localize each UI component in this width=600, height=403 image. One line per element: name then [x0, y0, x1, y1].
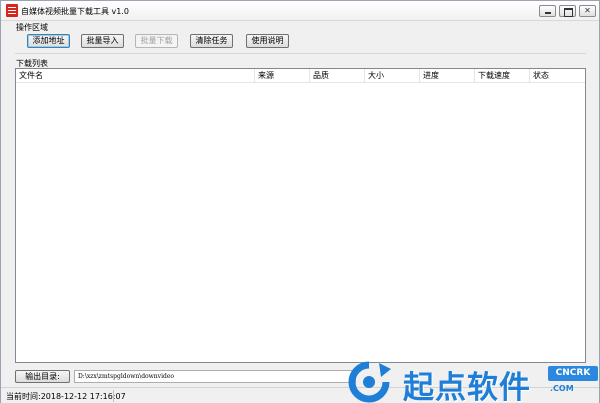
status-separator — [113, 390, 114, 402]
add-url-button[interactable]: 添加地址 — [27, 34, 70, 48]
column-header-speed[interactable]: 下载速度 — [475, 69, 530, 83]
output-directory-button[interactable]: 输出目录: — [15, 370, 70, 383]
clear-tasks-button[interactable]: 清除任务 — [190, 34, 233, 48]
help-button[interactable]: 使用说明 — [246, 34, 289, 48]
batch-import-button[interactable]: 批量导入 — [81, 34, 124, 48]
column-header-size[interactable]: 大小 — [365, 69, 420, 83]
app-window: 自媒体视频批量下载工具 v1.0 ✕ 操作区域 添加地址 批量导入 批量下载 清… — [0, 0, 600, 403]
column-header-status[interactable]: 状态 — [530, 69, 585, 83]
close-button[interactable]: ✕ — [579, 5, 596, 17]
current-time-label: 当前时间:2018-12-12 17:16:07 — [6, 392, 126, 401]
watermark-text: 起点软件 — [403, 370, 531, 403]
operations-group-label: 操作区域 — [16, 23, 48, 32]
maximize-button[interactable] — [559, 5, 576, 17]
batch-download-button[interactable]: 批量下载 — [135, 34, 178, 48]
title-bar[interactable]: 自媒体视频批量下载工具 v1.0 ✕ — [1, 1, 599, 21]
column-header-source[interactable]: 来源 — [255, 69, 310, 83]
column-header-progress[interactable]: 进度 — [420, 69, 475, 83]
window-title: 自媒体视频批量下载工具 v1.0 — [21, 7, 129, 16]
operations-divider — [15, 53, 586, 54]
column-header-quality[interactable]: 品质 — [310, 69, 365, 83]
app-icon — [6, 4, 18, 17]
minimize-button[interactable] — [539, 5, 556, 17]
download-list[interactable]: 文件名 来源 品质 大小 进度 下载速度 状态 — [15, 68, 586, 363]
output-path-field[interactable]: D:\xzx\zmtspgldown\downvideo — [74, 370, 356, 383]
list-header: 文件名 来源 品质 大小 进度 下载速度 状态 — [16, 69, 585, 83]
watermark-logo-icon — [348, 361, 391, 403]
watermark-badge: CNCRK — [548, 366, 598, 381]
watermark-url: .COM — [550, 384, 574, 393]
column-header-filename[interactable]: 文件名 — [16, 69, 255, 83]
